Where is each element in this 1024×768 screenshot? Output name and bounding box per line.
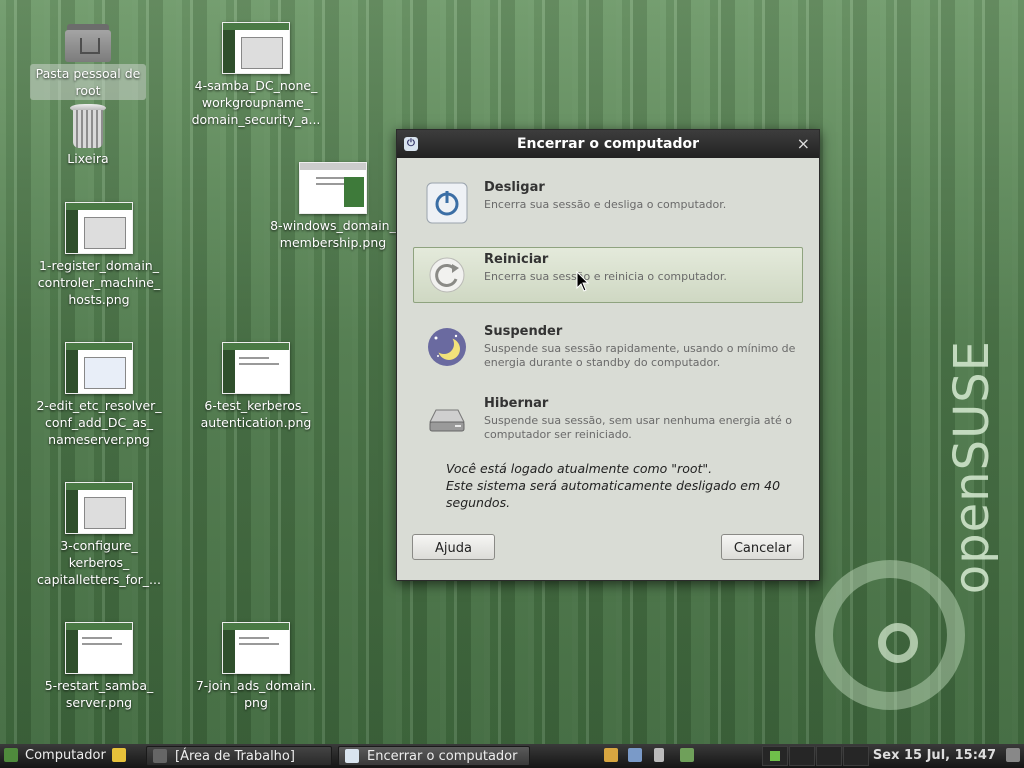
option-description: Encerra sua sessão e desliga o computado… (484, 198, 727, 211)
desktop-icon-home-folder[interactable]: Pasta pessoal de root (18, 22, 158, 100)
computer-icon (4, 748, 18, 762)
trash-icon (70, 104, 106, 148)
monitor-icon[interactable] (628, 748, 642, 762)
desktop-file[interactable]: 4-samba_DC_none_ workgroupname_ domain_s… (186, 22, 326, 128)
moon-icon (426, 326, 468, 368)
help-button[interactable]: Ajuda (412, 534, 495, 560)
workspace-4[interactable] (843, 746, 869, 766)
file-label: 7-join_ads_domain. png (195, 678, 317, 710)
file-label: 3-configure_ kerberos_ capitalletters_fo… (37, 538, 161, 587)
desktop-file[interactable]: 3-configure_ kerberos_ capitalletters_fo… (29, 482, 169, 588)
file-thumbnail (222, 342, 290, 394)
desktop-file[interactable]: 6-test_kerberos_ autentication.png (186, 342, 326, 431)
taskbar-window-label: [Área de Trabalho] (175, 749, 295, 764)
clock[interactable]: Sex 15 Jul, 15:47 (873, 744, 996, 768)
volume-icon[interactable] (654, 748, 664, 762)
logged-user-text: Você está logado atualmente como "root". (446, 461, 713, 476)
taskbar-window-label: Encerrar o computador (367, 749, 518, 764)
close-icon[interactable]: × (797, 130, 810, 158)
option-title: Reiniciar (484, 252, 549, 267)
trash-label: Lixeira (67, 151, 109, 166)
file-label: 1-register_domain_ controler_machine_ ho… (37, 258, 161, 307)
cancel-button[interactable]: Cancelar (721, 534, 804, 560)
home-folder-label: Pasta pessoal de root (30, 64, 146, 100)
harddisk-icon (426, 398, 468, 440)
notes-icon (112, 748, 126, 762)
screenshot-icon[interactable] (1006, 748, 1020, 762)
file-thumbnail (299, 162, 367, 214)
auto-shutdown-text: Este sistema será automaticamente deslig… (446, 478, 781, 510)
mouse-cursor-icon (576, 271, 590, 292)
clipboard-icon[interactable] (604, 748, 618, 762)
file-label: 2-edit_etc_resolver_ conf_add_DC_as_ nam… (36, 398, 162, 447)
file-thumbnail (222, 22, 290, 74)
shutdown-option[interactable]: Desligar Encerra sua sessão e desliga o … (413, 175, 803, 231)
taskbar: Computador [Área de Trabalho] Encerrar o… (0, 744, 1024, 768)
file-label: 6-test_kerberos_ autentication.png (200, 398, 312, 430)
workspace-1[interactable] (762, 746, 788, 766)
power-icon (426, 182, 468, 224)
desktop-file[interactable]: 5-restart_samba_ server.png (29, 622, 169, 711)
file-thumbnail (222, 622, 290, 674)
desktop-file[interactable]: 1-register_domain_ controler_machine_ ho… (29, 202, 169, 308)
file-label: 5-restart_samba_ server.png (44, 678, 154, 710)
file-thumbnail (65, 342, 133, 394)
taskbar-window-desktop[interactable]: [Área de Trabalho] (146, 746, 332, 766)
logged-in-info: Você está logado atualmente como "root".… (446, 460, 786, 511)
desktop-file[interactable]: 8-windows_domain_ membership.png (263, 162, 403, 251)
option-description: Encerra sua sessão e reinicia o computad… (484, 270, 727, 283)
file-thumbnail (65, 482, 133, 534)
option-description: Suspende sua sessão rapidamente, usando … (484, 342, 796, 369)
power-icon (345, 749, 359, 763)
option-title: Desligar (484, 180, 545, 195)
taskbar-window-shutdown[interactable]: Encerrar o computador (338, 746, 530, 766)
desktop-icon-trash[interactable]: Lixeira (18, 104, 158, 167)
shutdown-dialog: ⏻ Encerrar o computador × Desligar Encer… (396, 129, 820, 581)
file-label: 4-samba_DC_none_ workgroupname_ domain_s… (191, 78, 321, 127)
camera-icon (153, 749, 167, 763)
dialog-titlebar[interactable]: ⏻ Encerrar o computador × (397, 130, 819, 158)
computer-menu-button[interactable]: Computador (4, 744, 134, 768)
opensuse-logo-text: openSUSE (944, 340, 1000, 595)
desktop-file[interactable]: 2-edit_etc_resolver_ conf_add_DC_as_ nam… (29, 342, 169, 448)
file-thumbnail (65, 622, 133, 674)
file-thumbnail (65, 202, 133, 254)
suspend-option[interactable]: Suspender Suspende sua sessão rapidament… (413, 319, 803, 375)
dialog-title: Encerrar o computador (516, 136, 700, 152)
home-folder-icon (65, 22, 111, 62)
opensuse-logo-icon (815, 560, 965, 710)
network-icon[interactable] (680, 748, 694, 762)
desktop-file[interactable]: 7-join_ads_domain. png (186, 622, 326, 711)
restart-option[interactable]: Reiniciar Encerra sua sessão e reinicia … (413, 247, 803, 303)
option-title: Hibernar (484, 396, 549, 411)
option-description: Suspende sua sessão, sem usar nenhuma en… (484, 414, 792, 441)
computer-menu-label: Computador (25, 748, 106, 763)
power-icon: ⏻ (404, 137, 418, 151)
restart-icon (426, 254, 468, 296)
hibernate-option[interactable]: Hibernar Suspende sua sessão, sem usar n… (413, 391, 803, 447)
file-label: 8-windows_domain_ membership.png (270, 218, 396, 250)
workspace-2[interactable] (789, 746, 815, 766)
option-title: Suspender (484, 324, 563, 339)
workspace-3[interactable] (816, 746, 842, 766)
